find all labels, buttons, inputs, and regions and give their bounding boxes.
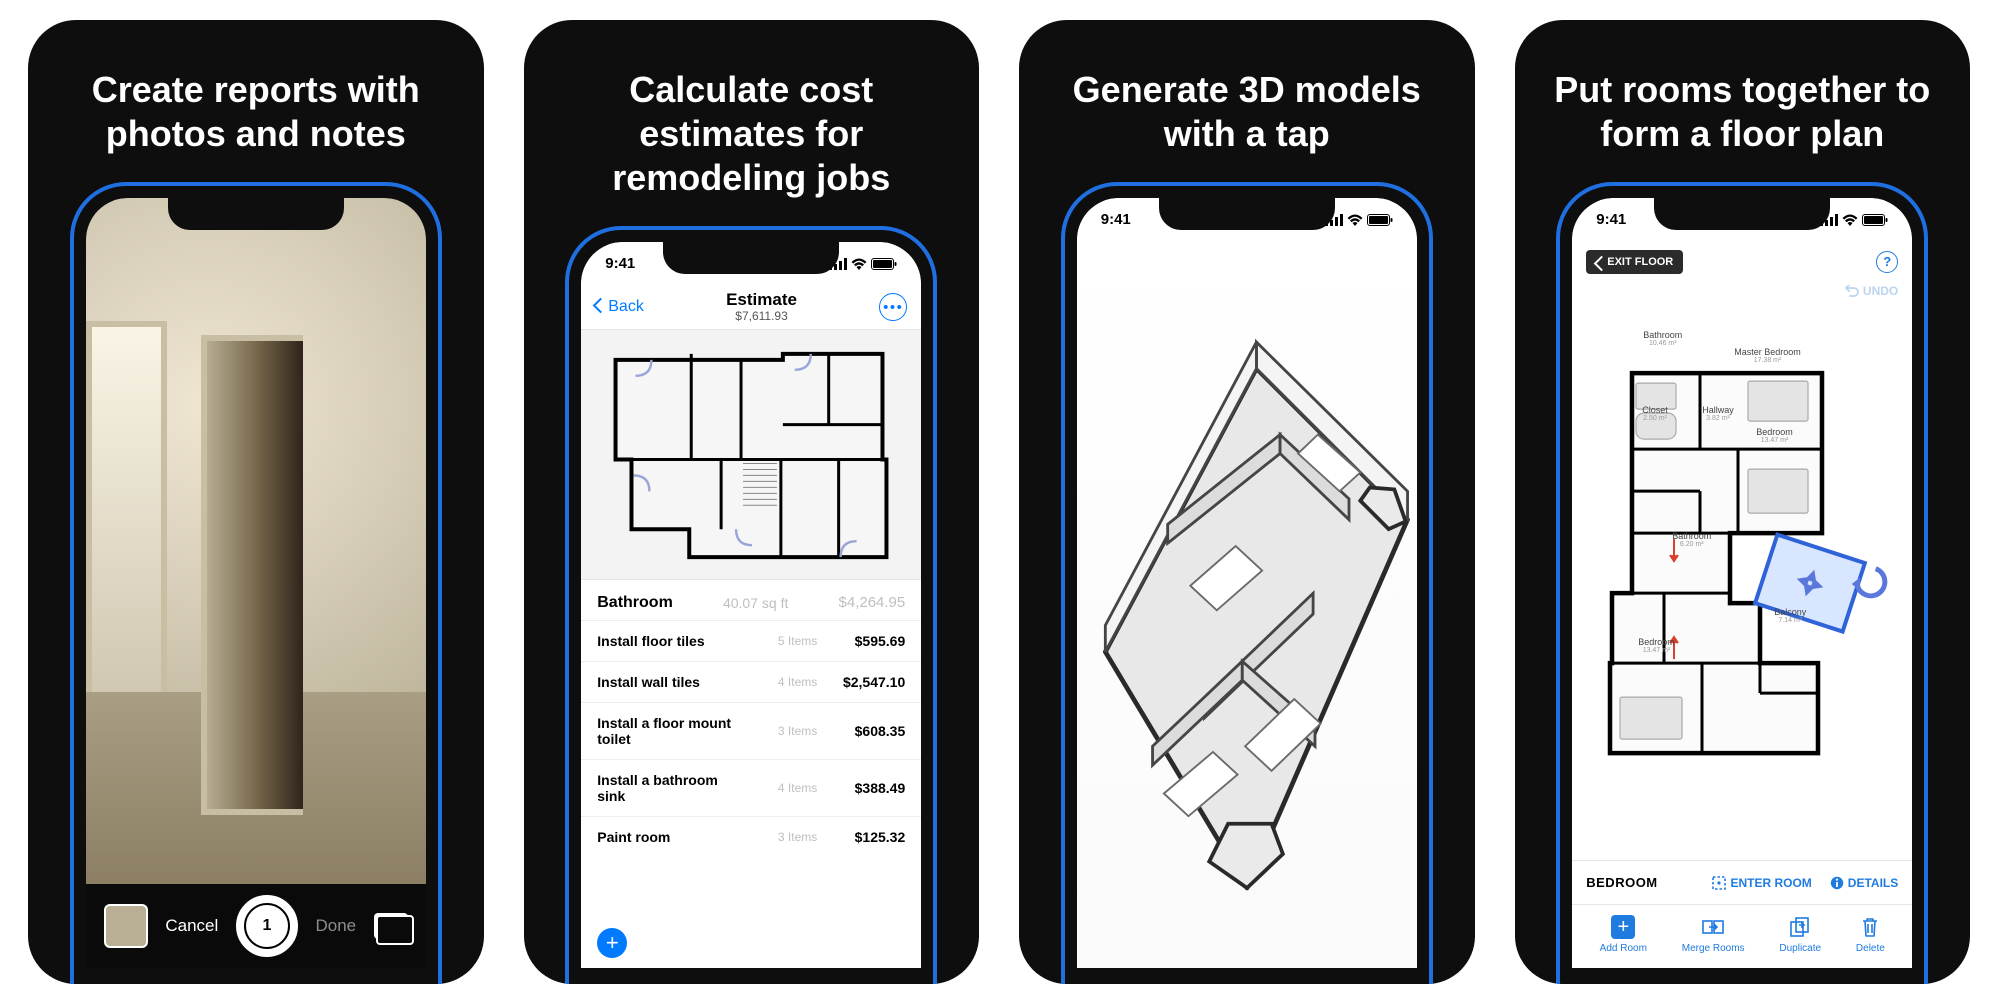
phone-screen-3d: 9:41: [1077, 198, 1417, 968]
phone-notch: [1654, 196, 1830, 230]
add-item-button[interactable]: +: [597, 928, 627, 958]
gallery-icon[interactable]: [374, 913, 408, 939]
trash-icon: [1858, 915, 1882, 939]
estimate-section-header: Bathroom 40.07 sq ft $4,264.95: [581, 580, 921, 620]
camera-toolbar: Cancel 1 Done: [86, 884, 426, 968]
floorplan-canvas[interactable]: Bathroom10.46 m² Master Bedroom17.38 m² …: [1572, 306, 1912, 860]
shutter-button[interactable]: 1: [236, 895, 298, 957]
status-icons: [829, 258, 897, 270]
3d-model-viewport[interactable]: [1077, 242, 1417, 968]
duplicate-icon: [1788, 915, 1812, 939]
cancel-button[interactable]: Cancel: [165, 916, 218, 936]
estimate-row[interactable]: Paint room3 Items$125.32: [581, 816, 921, 857]
estimate-row[interactable]: Install floor tiles5 Items$595.69: [581, 620, 921, 661]
headline-1: Create reports with photos and notes: [28, 20, 484, 176]
phone-notch: [168, 196, 344, 230]
headline-3: Generate 3D models with a tap: [1019, 20, 1475, 176]
phone-screen-camera: Cancel 1 Done: [86, 198, 426, 968]
plus-icon: +: [1611, 915, 1635, 939]
help-button[interactable]: ?: [1876, 251, 1898, 273]
estimate-row[interactable]: Install a bathroom sink4 Items$388.49: [581, 759, 921, 816]
done-button[interactable]: Done: [316, 916, 357, 936]
phone-notch: [663, 240, 839, 274]
back-button[interactable]: Back: [595, 298, 644, 316]
headline-4: Put rooms together to form a floor plan: [1515, 20, 1971, 176]
camera-viewfinder: [86, 198, 426, 884]
status-time: 9:41: [1101, 211, 1131, 228]
merge-icon: [1701, 915, 1725, 939]
status-icons: [1325, 214, 1393, 226]
phone-notch: [1159, 196, 1335, 230]
phone-mockup-3: 9:41: [1061, 182, 1433, 984]
add-room-button[interactable]: + Add Room: [1600, 915, 1647, 954]
status-time: 9:41: [1596, 211, 1626, 228]
merge-rooms-button[interactable]: Merge Rooms: [1682, 915, 1745, 954]
floorplan-thumbnail[interactable]: [581, 330, 921, 580]
undo-button[interactable]: UNDO: [1572, 282, 1912, 306]
screenshot-card-1: Create reports with photos and notes Can…: [28, 20, 484, 984]
selection-bar: BEDROOM ENTER ROOM DETAILS: [1572, 860, 1912, 904]
estimate-row[interactable]: Install wall tiles4 Items$2,547.10: [581, 661, 921, 702]
phone-screen-estimate: 9:41 Back Estimate $7,611.93 •••: [581, 242, 921, 968]
status-time: 9:41: [605, 255, 635, 272]
enter-room-icon: [1712, 876, 1726, 890]
screenshot-card-4: Put rooms together to form a floor plan …: [1515, 20, 1971, 984]
status-icons: [1820, 214, 1888, 226]
chevron-left-icon: [595, 298, 606, 316]
screenshot-card-3: Generate 3D models with a tap 9:41: [1019, 20, 1475, 984]
chevron-left-icon: [1596, 258, 1603, 265]
selected-room-label: BEDROOM: [1586, 875, 1657, 890]
enter-room-button[interactable]: ENTER ROOM: [1712, 876, 1811, 890]
editor-top-bar: EXIT FLOOR ?: [1572, 242, 1912, 282]
screenshot-card-2: Calculate cost estimates for remodeling …: [524, 20, 980, 984]
last-photo-thumbnail[interactable]: [104, 904, 148, 948]
nav-bar: Back Estimate $7,611.93 •••: [581, 286, 921, 330]
phone-screen-floorplan-editor: 9:41 EXIT FLOOR ? UNDO: [1572, 198, 1912, 968]
phone-mockup-1: Cancel 1 Done: [70, 182, 442, 984]
exit-floor-button[interactable]: EXIT FLOOR: [1586, 250, 1683, 274]
phone-mockup-2: 9:41 Back Estimate $7,611.93 •••: [565, 226, 937, 984]
more-button[interactable]: •••: [879, 293, 907, 321]
nav-title: Estimate $7,611.93: [726, 291, 797, 323]
estimate-rows: Install floor tiles5 Items$595.69 Instal…: [581, 620, 921, 968]
estimate-row[interactable]: Install a floor mount toilet3 Items$608.…: [581, 702, 921, 759]
undo-icon: [1845, 285, 1859, 297]
photo-count-badge: 1: [244, 903, 290, 949]
editor-toolbar: + Add Room Merge Rooms Duplicate Delete: [1572, 904, 1912, 968]
details-button[interactable]: DETAILS: [1830, 876, 1898, 890]
phone-mockup-4: 9:41 EXIT FLOOR ? UNDO: [1556, 182, 1928, 984]
delete-button[interactable]: Delete: [1856, 915, 1885, 954]
duplicate-button[interactable]: Duplicate: [1779, 915, 1821, 954]
headline-2: Calculate cost estimates for remodeling …: [524, 20, 980, 220]
info-icon: [1830, 876, 1844, 890]
